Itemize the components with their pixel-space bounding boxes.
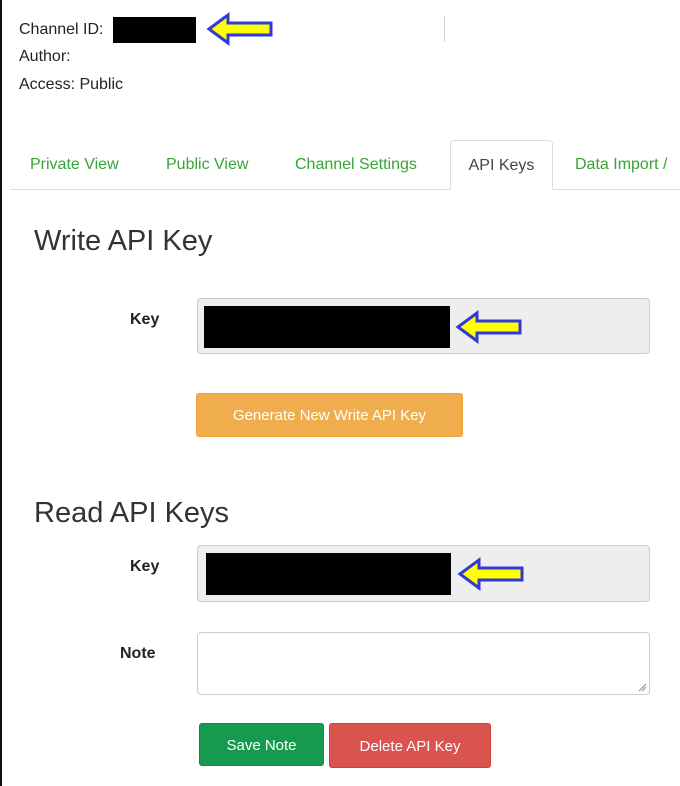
channel-id-row: Channel ID: [19,19,104,41]
read-api-key-redacted [206,553,451,595]
read-key-label: Key [130,558,160,575]
write-key-label: Key [130,311,160,328]
tab-public-view[interactable]: Public View [166,140,248,190]
write-api-key-redacted [204,306,450,348]
left-arrow-icon [206,12,273,46]
tab-data-import[interactable]: Data Import / [575,140,667,190]
left-arrow-icon [455,310,522,344]
write-api-key-title: Write API Key [34,225,213,257]
generate-write-key-button[interactable]: Generate New Write API Key [196,393,463,437]
read-api-keys-title: Read API Keys [34,497,230,529]
channel-id-label: Channel ID: [19,21,104,38]
access-label: Access: Public [19,76,124,93]
tab-channel-settings[interactable]: Channel Settings [295,140,417,190]
note-textarea[interactable] [197,632,650,695]
note-label: Note [120,645,156,662]
left-arrow-icon [457,557,524,591]
resize-grip-icon[interactable] [638,683,647,692]
header-divider [444,16,445,42]
delete-api-key-button[interactable]: Delete API Key [329,723,491,768]
page-left-border [0,0,2,786]
channel-id-redacted [113,17,196,43]
save-note-button[interactable]: Save Note [199,723,324,766]
author-label: Author: [19,48,71,65]
tab-api-keys[interactable]: API Keys [450,140,553,190]
tab-private-view[interactable]: Private View [30,140,119,190]
